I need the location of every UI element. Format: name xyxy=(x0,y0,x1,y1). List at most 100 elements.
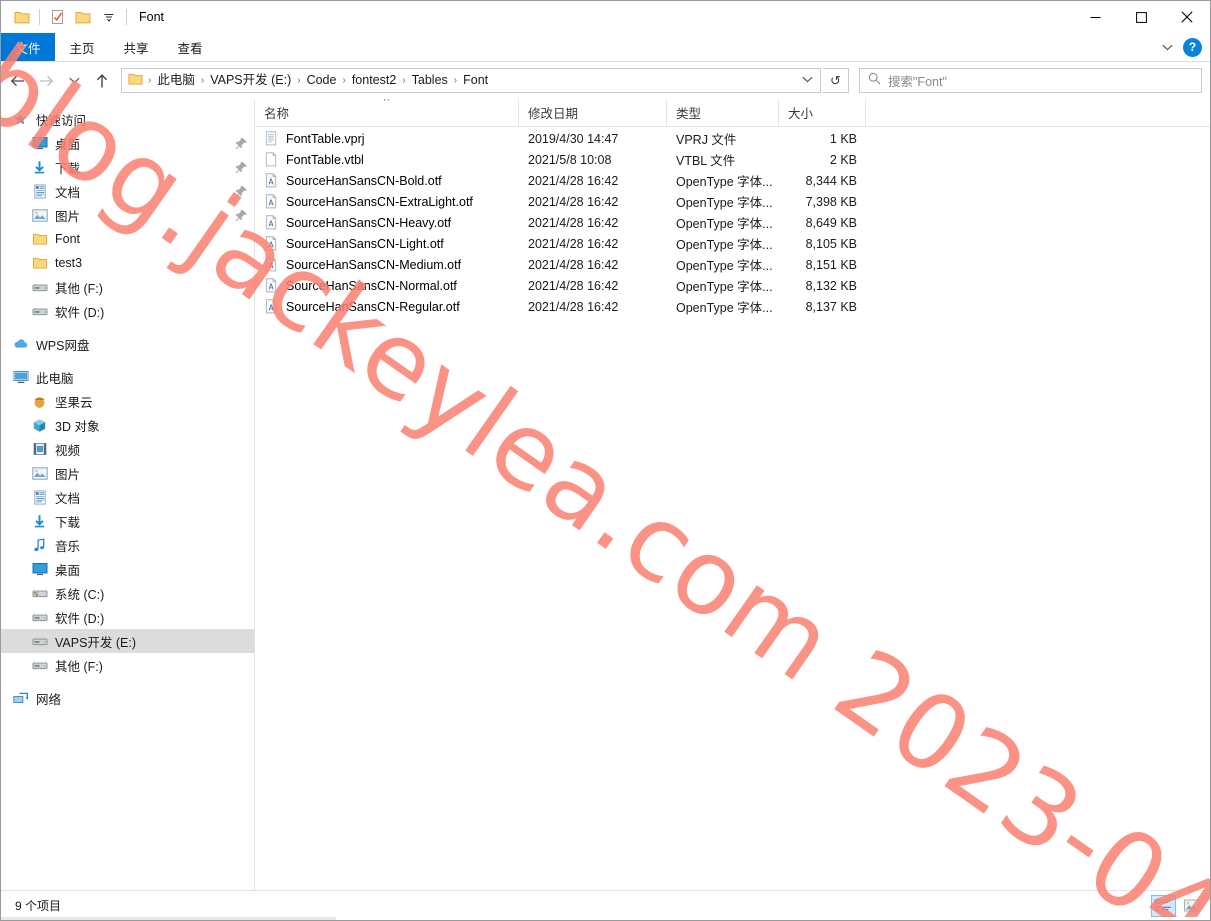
new-folder-icon[interactable] xyxy=(70,4,96,30)
sidebar-item-desktop-pc[interactable]: 桌面 xyxy=(1,557,254,581)
file-type-cell: OpenType 字体... xyxy=(676,301,773,315)
table-row[interactable]: A SourceHanSansCN-Normal.otf 2021/4/28 1… xyxy=(255,275,1210,296)
sidebar-item-3d-objects[interactable]: 3D 对象 xyxy=(1,413,254,437)
drive-icon xyxy=(31,609,48,626)
sidebar-group-this-pc[interactable]: 此电脑 xyxy=(1,365,254,389)
breadcrumb-item-2[interactable]: Code xyxy=(302,70,342,91)
search-input[interactable]: 搜索"Font" xyxy=(888,71,947,90)
file-type-cell: OpenType 字体... xyxy=(676,196,773,210)
column-headers: 名称 修改日期 类型 大小 xyxy=(255,98,1210,127)
close-button[interactable] xyxy=(1164,1,1210,33)
folder-icon[interactable] xyxy=(9,4,35,30)
sidebar-item-drive-f[interactable]: 其他 (F:) xyxy=(1,653,254,677)
properties-icon[interactable] xyxy=(44,4,70,30)
table-row[interactable]: A SourceHanSansCN-Regular.otf 2021/4/28 … xyxy=(255,296,1210,317)
file-name-label: SourceHanSansCN-Bold.otf xyxy=(286,173,442,188)
file-type-cell: OpenType 字体... xyxy=(676,259,773,273)
file-name-label: SourceHanSansCN-Light.otf xyxy=(286,236,444,251)
table-row[interactable]: FontTable.vtbl 2021/5/8 10:08 VTBL 文件 2 … xyxy=(255,149,1210,170)
details-view-button[interactable] xyxy=(1151,894,1176,917)
table-row[interactable]: A SourceHanSansCN-Light.otf 2021/4/28 16… xyxy=(255,233,1210,254)
sidebar-group-wps[interactable]: WPS网盘 xyxy=(1,332,254,356)
pin-icon[interactable] xyxy=(235,137,248,150)
maximize-button[interactable] xyxy=(1118,1,1164,33)
table-row[interactable]: A SourceHanSansCN-ExtraLight.otf 2021/4/… xyxy=(255,191,1210,212)
chevron-down-icon[interactable] xyxy=(1157,37,1177,57)
sidebar-item-drive-d-quick[interactable]: 软件 (D:) xyxy=(1,299,254,323)
search-icon xyxy=(868,72,881,90)
table-row[interactable]: A SourceHanSansCN-Bold.otf 2021/4/28 16:… xyxy=(255,170,1210,191)
recent-locations-button[interactable] xyxy=(61,68,87,94)
breadcrumb-item-0[interactable]: 此电脑 xyxy=(152,70,200,91)
svg-text:A: A xyxy=(268,282,274,291)
tab-file[interactable]: 文件 xyxy=(1,33,55,61)
sidebar-item-pictures-pc[interactable]: 图片 xyxy=(1,461,254,485)
column-header-size[interactable]: 大小 xyxy=(779,98,866,127)
refresh-button[interactable]: ↺ xyxy=(823,68,849,93)
sidebar-group-network-label: 网络 xyxy=(36,692,62,707)
up-button[interactable] xyxy=(89,68,115,94)
sidebar-item-drive-e[interactable]: VAPS开发 (E:) xyxy=(1,629,254,653)
sidebar-item-pictures[interactable]: 图片 xyxy=(1,203,254,227)
address-bar[interactable]: › 此电脑 › VAPS开发 (E:) › Code › fontest2 › … xyxy=(121,68,821,93)
address-dropdown-icon[interactable] xyxy=(796,75,818,86)
sidebar-item-desktop-label: 桌面 xyxy=(55,137,81,152)
minimize-button[interactable] xyxy=(1072,1,1118,33)
sidebar-item-documents[interactable]: 文档 xyxy=(1,179,254,203)
sidebar-item-test3[interactable]: test3 xyxy=(1,251,254,275)
column-header-date[interactable]: 修改日期 xyxy=(519,98,667,127)
forward-button[interactable] xyxy=(33,68,59,94)
tab-view[interactable]: 查看 xyxy=(163,33,217,61)
tab-file-label: 文件 xyxy=(15,41,41,56)
sidebar-group-quick-access[interactable]: 快速访问 xyxy=(1,107,254,131)
sidebar-item-drive-f-quick[interactable]: 其他 (F:) xyxy=(1,275,254,299)
sidebar-item-drive-c[interactable]: 系统 (C:) xyxy=(1,581,254,605)
search-box[interactable]: 搜索"Font" xyxy=(859,68,1202,93)
file-type-cell: OpenType 字体... xyxy=(676,238,773,252)
sidebar-item-downloads-pc[interactable]: 下载 xyxy=(1,509,254,533)
tab-share[interactable]: 共享 xyxy=(109,33,163,61)
sidebar-item-videos[interactable]: 视频 xyxy=(1,437,254,461)
sidebar-item-drive-e-label: VAPS开发 (E:) xyxy=(55,635,137,650)
column-header-type[interactable]: 类型 xyxy=(667,98,779,127)
file-name-cell: A SourceHanSansCN-Regular.otf xyxy=(255,296,519,317)
file-name-cell: FontTable.vtbl xyxy=(255,149,519,170)
table-row[interactable]: FontTable.vprj 2019/4/30 14:47 VPRJ 文件 1… xyxy=(255,128,1210,149)
file-name-label: FontTable.vtbl xyxy=(286,152,364,167)
svg-text:A: A xyxy=(268,240,274,249)
pin-icon[interactable] xyxy=(235,185,248,198)
pin-icon[interactable] xyxy=(235,161,248,174)
breadcrumb-item-3[interactable]: fontest2 xyxy=(347,70,401,91)
sidebar-item-drive-f-quick-label: 其他 (F:) xyxy=(55,281,103,296)
sidebar-item-documents-pc[interactable]: 文档 xyxy=(1,485,254,509)
sidebar-item-font[interactable]: Font xyxy=(1,227,254,251)
file-explorer-window: Font 文件 主页 共享 查看 ? › 此电脑 › VAPS开发 (E:) ›… xyxy=(0,0,1211,921)
tab-home[interactable]: 主页 xyxy=(55,33,109,61)
sidebar-item-music[interactable]: 音乐 xyxy=(1,533,254,557)
column-header-name[interactable]: 名称 xyxy=(255,98,519,127)
column-header-date-label: 修改日期 xyxy=(528,107,579,121)
back-button[interactable] xyxy=(5,68,31,94)
thumbnails-view-button[interactable] xyxy=(1179,895,1204,917)
customize-dropdown-icon[interactable] xyxy=(96,4,122,30)
toolbar-divider xyxy=(39,9,40,25)
sidebar-item-desktop[interactable]: 桌面 xyxy=(1,131,254,155)
breadcrumb-item-1[interactable]: VAPS开发 (E:) xyxy=(205,70,296,91)
table-row[interactable]: A SourceHanSansCN-Medium.otf 2021/4/28 1… xyxy=(255,254,1210,275)
file-date-cell: 2021/4/28 16:42 xyxy=(528,215,619,230)
file-size-cell: 8,344 KB xyxy=(805,173,857,188)
sidebar-item-nutstore[interactable]: 坚果云 xyxy=(1,389,254,413)
file-name-cell: FontTable.vprj xyxy=(255,128,519,149)
table-row[interactable]: A SourceHanSansCN-Heavy.otf 2021/4/28 16… xyxy=(255,212,1210,233)
help-icon[interactable]: ? xyxy=(1183,37,1202,57)
breadcrumb-item-4[interactable]: Tables xyxy=(407,70,453,91)
sidebar-item-drive-d[interactable]: 软件 (D:) xyxy=(1,605,254,629)
pin-icon[interactable] xyxy=(235,209,248,222)
breadcrumb-item-5[interactable]: Font xyxy=(458,70,493,91)
sidebar-item-downloads[interactable]: 下载 xyxy=(1,155,254,179)
sidebar-group-network[interactable]: 网络 xyxy=(1,686,254,710)
sidebar-item-documents-pc-label: 文档 xyxy=(55,491,81,506)
breadcrumb: › 此电脑 › VAPS开发 (E:) › Code › fontest2 › … xyxy=(126,70,796,91)
svg-text:A: A xyxy=(268,177,274,186)
breadcrumb-folder-icon xyxy=(126,70,147,91)
